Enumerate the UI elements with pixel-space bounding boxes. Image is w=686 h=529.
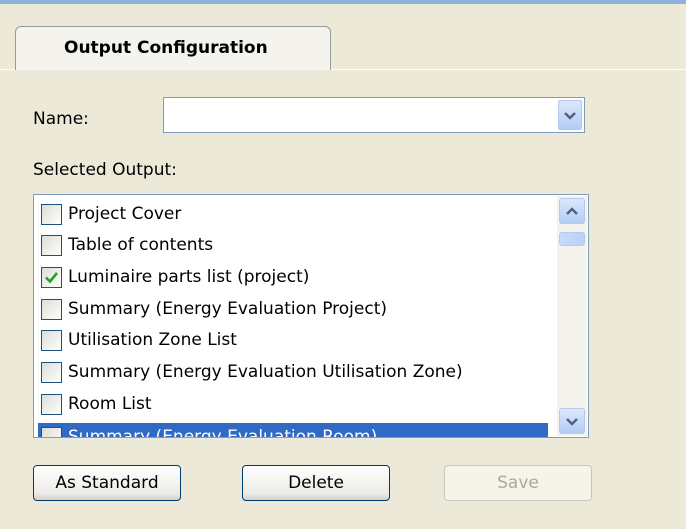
selected-output-list[interactable]: Project Cover Table of contents Luminair…	[33, 194, 589, 438]
name-label: Name:	[33, 109, 89, 129]
save-button[interactable]: Save	[444, 465, 592, 501]
scroll-down-button[interactable]	[559, 408, 585, 434]
list-item-selected[interactable]: Summary (Energy Evaluation Room)	[38, 423, 548, 438]
check-icon	[45, 272, 59, 284]
checkbox[interactable]	[41, 427, 62, 437]
name-dropdown-button[interactable]	[558, 100, 582, 130]
window-top-border	[0, 0, 686, 4]
chevron-up-icon	[566, 206, 578, 215]
checkbox[interactable]	[41, 235, 62, 256]
tab-output-configuration-label: Output Configuration	[64, 38, 268, 58]
checkbox[interactable]	[41, 394, 62, 415]
list-item[interactable]: Summary (Energy Evaluation Project)	[38, 295, 548, 321]
list-item-label: Luminaire parts list (project)	[68, 267, 310, 287]
list-item[interactable]: Summary (Energy Evaluation Utilisation Z…	[38, 358, 548, 384]
list-item[interactable]: Project Cover	[38, 200, 548, 226]
chevron-down-icon	[566, 417, 578, 426]
list-item-label: Table of contents	[68, 235, 214, 255]
checkbox[interactable]	[41, 362, 62, 383]
chevron-down-icon	[564, 111, 576, 120]
list-item-label: Summary (Energy Evaluation Project)	[68, 299, 388, 319]
name-combobox[interactable]	[163, 97, 585, 133]
scroll-up-button[interactable]	[559, 198, 585, 224]
list-item[interactable]: Table of contents	[38, 231, 548, 257]
list-item-label: Room List	[68, 394, 152, 414]
selected-output-label: Selected Output:	[33, 160, 177, 180]
list-item-label: Summary (Energy Evaluation Room)	[68, 427, 378, 438]
list-item[interactable]: Luminaire parts list (project)	[38, 263, 548, 289]
list-item[interactable]: Room List	[38, 390, 548, 416]
list-item-label: Project Cover	[68, 204, 182, 224]
checkbox[interactable]	[41, 299, 62, 320]
checkbox[interactable]	[41, 204, 62, 225]
list-item[interactable]: Utilisation Zone List	[38, 326, 548, 352]
as-standard-button[interactable]: As Standard	[33, 465, 181, 501]
list-item-label: Utilisation Zone List	[68, 330, 237, 350]
list-scrollbar[interactable]	[557, 196, 587, 436]
delete-button[interactable]: Delete	[242, 465, 390, 501]
scroll-thumb[interactable]	[559, 232, 585, 246]
checkbox-checked[interactable]	[41, 267, 62, 288]
checkbox[interactable]	[41, 330, 62, 351]
list-item-label: Summary (Energy Evaluation Utilisation Z…	[68, 362, 463, 382]
